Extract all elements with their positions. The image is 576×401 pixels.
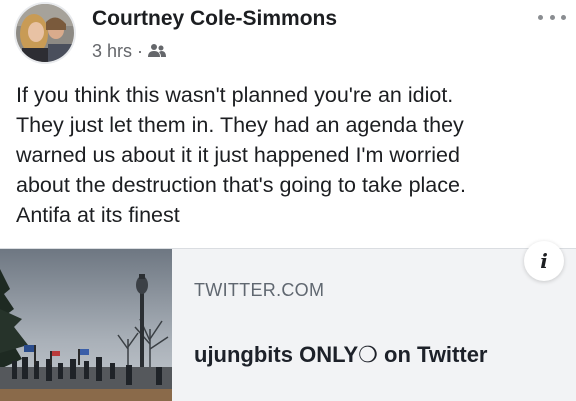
post-text-line: Antifa at its finest: [16, 203, 180, 227]
more-dot: [561, 14, 566, 20]
info-icon[interactable]: i: [524, 241, 564, 281]
post-text-line: warned us about it it just happened I'm …: [16, 143, 460, 167]
link-preview-image[interactable]: [0, 249, 172, 401]
link-preview-card[interactable]: TWITTER.COM ujungbits ONLY❍ on Twitter i: [0, 241, 576, 401]
link-domain: TWITTER.COM: [194, 280, 325, 300]
link-title[interactable]: ujungbits ONLY❍ on Twitter: [194, 342, 488, 368]
friends-icon: [148, 43, 167, 59]
meta-separator: ·: [137, 40, 144, 61]
post-text-line: They just let them in. They had an agend…: [16, 113, 464, 137]
more-options-icon[interactable]: [538, 10, 566, 24]
post-timestamp[interactable]: 3 hrs: [92, 41, 132, 62]
post-text-line: about the destruction that's going to ta…: [16, 173, 466, 197]
more-dot: [538, 14, 543, 20]
link-preview-info[interactable]: TWITTER.COM ujungbits ONLY❍ on Twitter: [172, 249, 576, 401]
post-body: If you think this wasn't planned you're …: [16, 80, 566, 230]
post-author-name[interactable]: Courtney Cole-Simmons: [92, 7, 337, 31]
more-dot: [549, 14, 555, 20]
post-meta: 3 hrs ·: [92, 40, 167, 62]
author-avatar[interactable]: [16, 4, 74, 62]
post-text-line: If you think this wasn't planned you're …: [16, 83, 454, 107]
